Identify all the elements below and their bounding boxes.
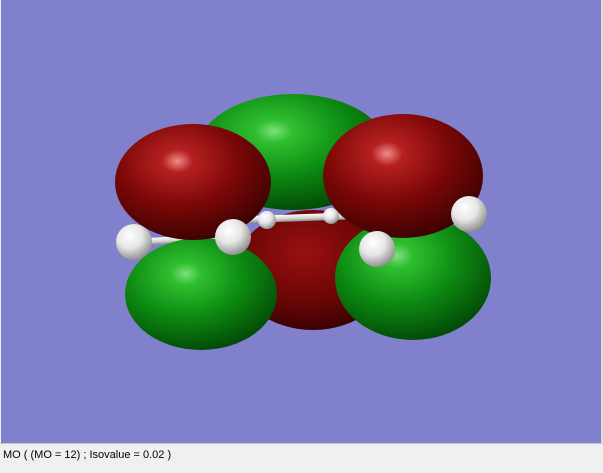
atom-sphere [451, 196, 487, 232]
atom-sphere [323, 208, 339, 224]
orbital-lobe-positive-lower-left [125, 238, 277, 350]
molecular-orbital-window: MO ( (MO = 12) ; Isovalue = 0.02 ) [0, 0, 603, 473]
atom-sphere [258, 211, 276, 229]
atom-sphere [359, 231, 395, 267]
status-text: MO ( (MO = 12) ; Isovalue = 0.02 ) [3, 449, 172, 461]
status-bar: MO ( (MO = 12) ; Isovalue = 0.02 ) [0, 443, 603, 473]
orbital-lobe-negative-upper-left [115, 124, 271, 240]
orbital-render[interactable] [1, 0, 601, 443]
molecule-3d-viewport[interactable] [1, 0, 601, 443]
atom-sphere [215, 219, 251, 255]
atom-sphere [116, 224, 152, 260]
